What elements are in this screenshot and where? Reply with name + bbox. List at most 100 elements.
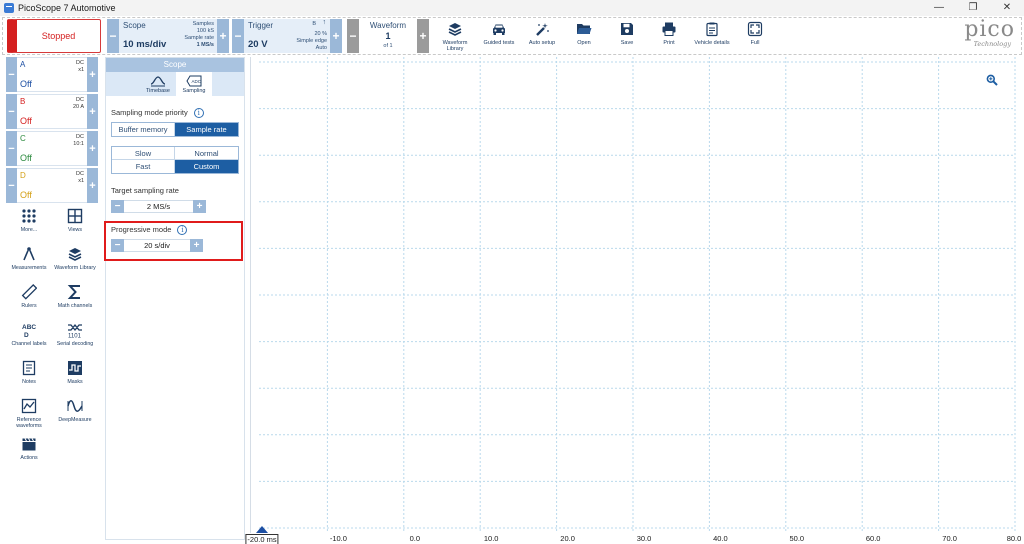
clipboard-icon	[704, 21, 720, 37]
sample-rate-option[interactable]: Sample rate	[175, 123, 238, 136]
waveform-library-side-button[interactable]: Waveform Library	[52, 246, 98, 282]
normal-option[interactable]: Normal	[175, 147, 238, 160]
svg-text:ADC: ADC	[192, 79, 202, 84]
channel-c-state: Off	[20, 153, 32, 163]
channel-a-increase-button[interactable]: +	[87, 57, 98, 92]
waveform-library-icon	[67, 246, 83, 262]
restore-button[interactable]: ❐	[956, 0, 990, 16]
tab-sampling[interactable]: ADC Sampling	[176, 72, 212, 96]
waveform-library-button[interactable]: Waveform Library	[435, 19, 475, 53]
trigger-marker	[256, 526, 268, 533]
sigma-icon	[67, 284, 83, 300]
rulers-button[interactable]: Rulers	[6, 284, 52, 320]
fast-option[interactable]: Fast	[112, 160, 175, 173]
channel-a-settings[interactable]: A DC x1 Off	[17, 57, 87, 92]
math-channels-label: Math channels	[57, 303, 93, 309]
target-rate-decrease-button[interactable]: −	[111, 200, 124, 213]
x-tick-label: 50.0	[789, 534, 805, 543]
custom-option[interactable]: Custom	[175, 160, 238, 173]
waveform-next-button[interactable]: +	[417, 19, 429, 53]
waveform-previous-button[interactable]: −	[347, 19, 359, 53]
target-rate-increase-button[interactable]: +	[193, 200, 206, 213]
window-controls: — ❐ ✕	[922, 0, 1024, 16]
pico-logo-text: pico	[964, 17, 1015, 42]
run-status-label: Stopped	[41, 31, 76, 41]
folder-icon	[576, 21, 592, 37]
channel-b-decrease-button[interactable]: −	[6, 94, 17, 129]
channel-b-settings[interactable]: B DC 20 A Off	[17, 94, 87, 129]
channel-labels-button[interactable]: ABC D Channel labels	[6, 322, 52, 358]
save-icon	[619, 21, 635, 37]
actions-button[interactable]: Actions	[6, 436, 52, 472]
panel-tabs: Timebase ADC Sampling	[106, 72, 244, 96]
measurements-button[interactable]: Measurements	[6, 246, 52, 282]
auto-setup-button[interactable]: Auto setup	[522, 19, 562, 53]
x-axis-labels: -20.0 ms -10.0 0.0 10.0 20.0 30.0 40.0 50.0 60.0…	[245, 533, 1024, 544]
scope-timebase-group: − Scope 10 ms/div Samples 100 kS Sample …	[107, 19, 229, 53]
channel-a-decrease-button[interactable]: −	[6, 57, 17, 92]
serial-decoding-button[interactable]: 1101 Serial decoding	[52, 322, 98, 358]
minimize-button[interactable]: —	[922, 0, 956, 16]
pico-logo-subtitle: Technology	[973, 40, 1011, 48]
trigger-mode: Auto	[315, 45, 327, 51]
channel-d-increase-button[interactable]: +	[87, 168, 98, 203]
channel-b-increase-button[interactable]: +	[87, 94, 98, 129]
guided-tests-button[interactable]: Guided tests	[479, 19, 519, 53]
channel-d: − D DC x1 Off +	[6, 168, 98, 203]
x-tick-label: 0.0	[409, 534, 421, 543]
sampling-priority-label: Sampling mode priority i	[111, 108, 204, 118]
timebase-decrease-button[interactable]: −	[107, 19, 119, 53]
open-button[interactable]: Open	[564, 19, 604, 53]
trigger-decrease-button[interactable]: −	[232, 19, 244, 53]
print-button[interactable]: Print	[649, 19, 689, 53]
math-channels-button[interactable]: Math channels	[52, 284, 98, 320]
waveform-buffer-control[interactable]: Waveform 1 of 1	[359, 19, 417, 53]
trigger-increase-button[interactable]: +	[330, 19, 342, 53]
actions-label: Actions	[20, 455, 38, 461]
open-label: Open	[577, 40, 591, 46]
waveform-library-label: Waveform Library	[442, 40, 468, 52]
channel-c-settings[interactable]: C DC 10:1 Off	[17, 131, 87, 166]
channel-b-state: Off	[20, 116, 32, 126]
notes-button[interactable]: Notes	[6, 360, 52, 396]
x-tick-label: 60.0	[865, 534, 881, 543]
run-stop-button[interactable]: Stopped	[7, 19, 101, 53]
channel-b: − B DC 20 A Off +	[6, 94, 98, 129]
channel-d-coupling: DC x1	[76, 171, 84, 184]
trigger-control[interactable]: Trigger 20 V B ↑ 20 % Simple edge Auto	[244, 19, 330, 53]
channel-a-name: A	[20, 60, 26, 69]
trigger-type: Simple edge	[296, 38, 327, 44]
views-button[interactable]: Views	[52, 208, 98, 244]
tab-timebase[interactable]: Timebase	[140, 72, 176, 96]
reference-waveforms-button[interactable]: Reference waveforms	[6, 398, 52, 434]
masks-button[interactable]: Masks	[52, 360, 98, 396]
info-icon[interactable]: i	[193, 108, 204, 118]
channel-d-settings[interactable]: D DC x1 Off	[17, 168, 87, 203]
channel-c-increase-button[interactable]: +	[87, 131, 98, 166]
more-button[interactable]: More...	[6, 208, 52, 244]
masks-label: Masks	[67, 379, 83, 385]
timebase-control[interactable]: Scope 10 ms/div Samples 100 kS Sample ra…	[119, 19, 217, 53]
fullscreen-label: Full	[750, 40, 760, 46]
deepmeasure-button[interactable]: DeepMeasure	[52, 398, 98, 434]
close-button[interactable]: ✕	[990, 0, 1024, 16]
vehicle-details-button[interactable]: Vehicle details	[692, 19, 732, 53]
x-tick-label: 70.0	[942, 534, 957, 543]
channel-c-decrease-button[interactable]: −	[6, 131, 17, 166]
channel-d-decrease-button[interactable]: −	[6, 168, 17, 203]
waveform-title: Waveform	[369, 21, 407, 30]
slow-option[interactable]: Slow	[112, 147, 175, 160]
clapperboard-icon	[21, 436, 37, 452]
channel-b-coupling: DC 20 A	[72, 97, 84, 110]
timebase-increase-button[interactable]: +	[217, 19, 229, 53]
target-rate-value[interactable]: 2 MS/s	[124, 200, 193, 213]
buffer-memory-option[interactable]: Buffer memory	[112, 123, 175, 136]
fullscreen-button[interactable]: Full	[735, 19, 775, 53]
zoom-icon[interactable]	[986, 73, 998, 86]
samples-label: Samples	[192, 21, 214, 27]
sample-rate-label: Sample rate	[184, 35, 214, 41]
waveform-buffer-group: − Waveform 1 of 1 +	[347, 19, 429, 53]
views-label: Views	[67, 227, 83, 233]
scope-graph[interactable]	[250, 57, 1020, 533]
save-button[interactable]: Save	[607, 19, 647, 53]
